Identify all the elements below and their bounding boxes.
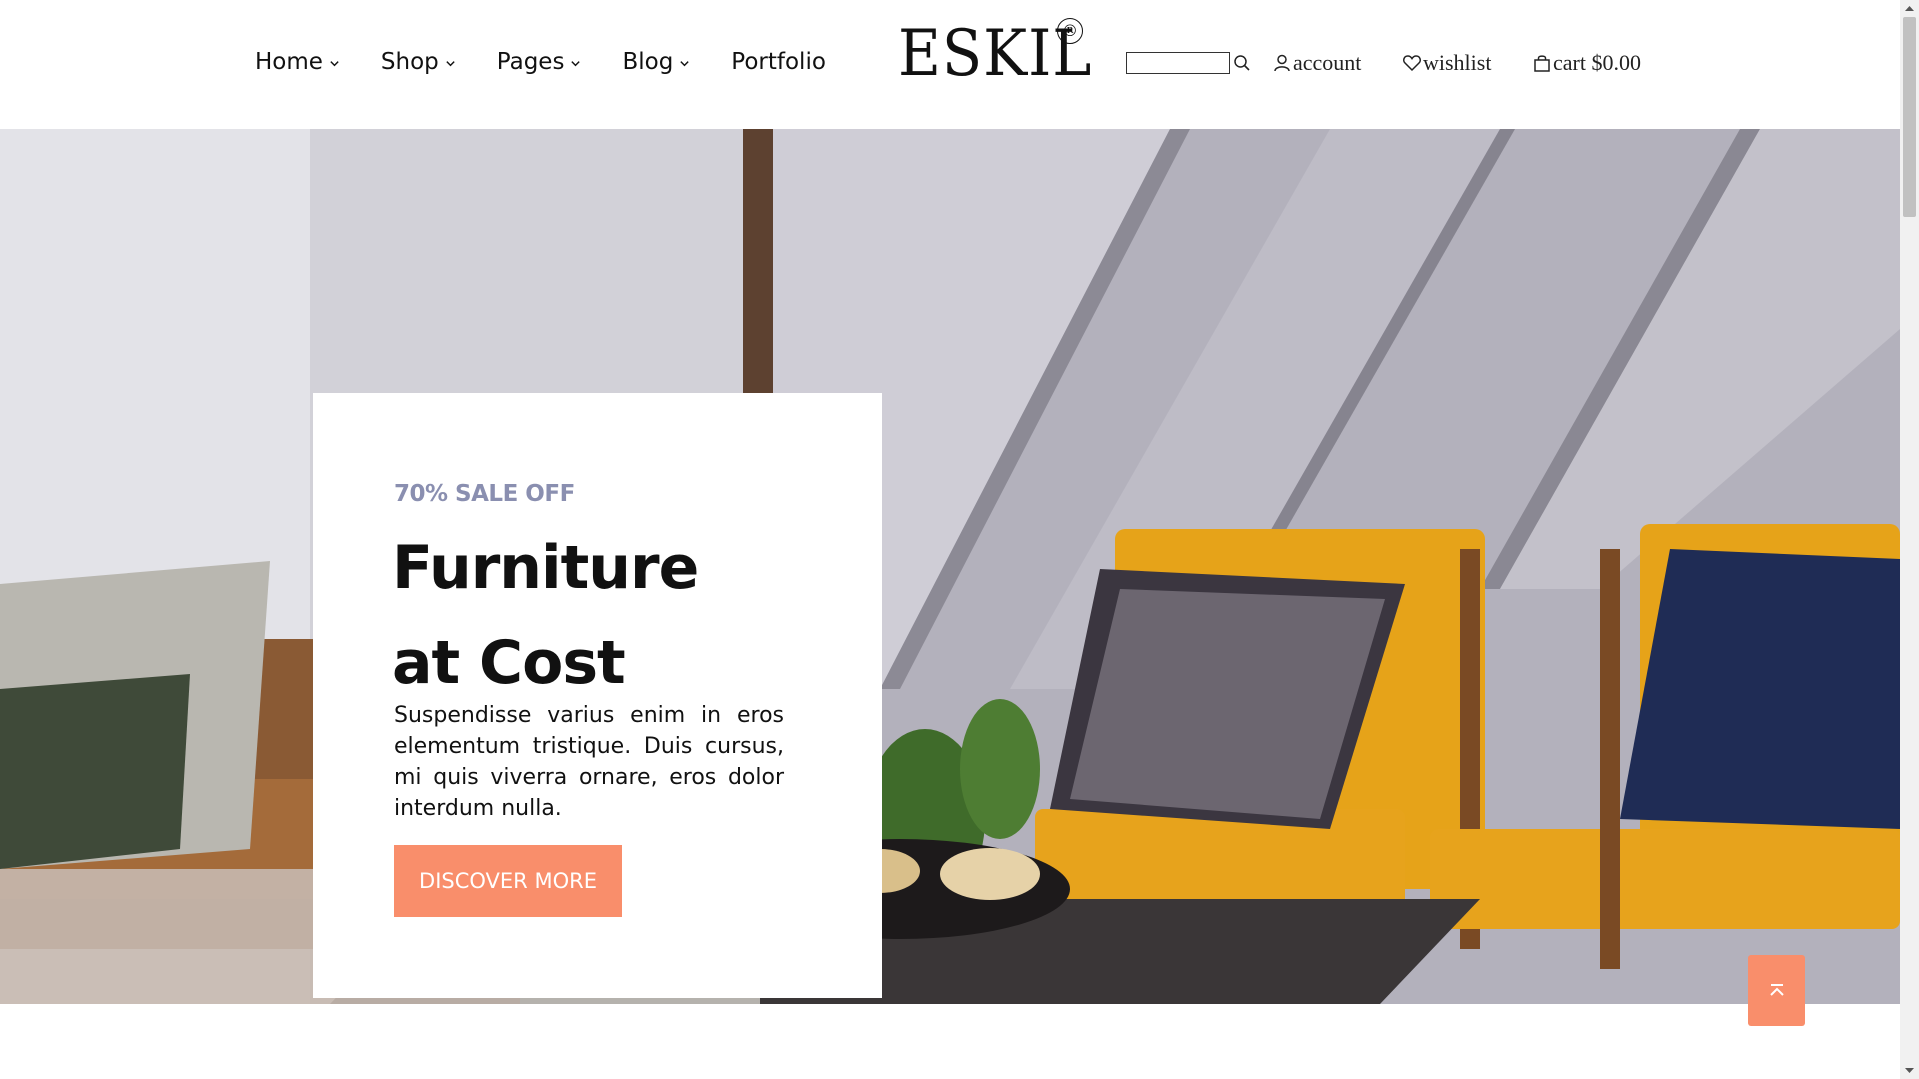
search-input[interactable] bbox=[1126, 52, 1230, 74]
page-scrollbar[interactable] bbox=[1900, 0, 1919, 1079]
heart-icon bbox=[1403, 55, 1421, 72]
hero-title-line-2: at Cost bbox=[392, 628, 626, 698]
nav-item-home[interactable]: Home bbox=[255, 49, 340, 75]
scrollbar-thumb[interactable] bbox=[1903, 17, 1916, 217]
promo-card: 70% SALE OFF Furniture at Cost Suspendis… bbox=[313, 393, 882, 998]
main-nav: Home Shop Pages Blog Portfolio bbox=[255, 49, 867, 75]
hero-description: Suspendisse varius enim in eros elementu… bbox=[394, 703, 784, 821]
scroll-to-top-button[interactable] bbox=[1748, 955, 1805, 1026]
nav-item-portfolio[interactable]: Portfolio bbox=[731, 49, 826, 75]
nav-item-pages[interactable]: Pages bbox=[497, 49, 582, 75]
nav-item-label: Home bbox=[255, 49, 323, 75]
search-icon[interactable] bbox=[1233, 54, 1251, 72]
chevron-down-icon bbox=[330, 60, 339, 66]
nav-item-label: Pages bbox=[496, 49, 565, 75]
nav-item-label: Shop bbox=[380, 49, 439, 75]
hero-banner: 70% SALE OFF Furniture at Cost Suspendis… bbox=[0, 129, 1900, 1004]
site-header: Home Shop Pages Blog Portfolio ESKIL ® a… bbox=[0, 0, 1900, 129]
sale-eyebrow: 70% SALE OFF bbox=[394, 481, 575, 507]
chevron-down-icon bbox=[680, 60, 689, 66]
wishlist-link[interactable]: wishlist bbox=[1402, 50, 1491, 76]
cart-label: cart $0.00 bbox=[1553, 50, 1641, 75]
chevron-down-icon bbox=[446, 60, 455, 66]
hero-title: Furniture at Cost bbox=[392, 521, 852, 711]
account-link[interactable]: account bbox=[1272, 50, 1361, 76]
hero-title-line-1: Furniture bbox=[392, 533, 699, 603]
discover-more-button[interactable]: DISCOVER MORE bbox=[394, 845, 622, 917]
shopping-bag-icon bbox=[1534, 55, 1550, 72]
nav-item-label: Blog bbox=[622, 49, 674, 75]
user-icon bbox=[1274, 54, 1290, 72]
account-label: account bbox=[1293, 50, 1362, 75]
nav-item-label: Portfolio bbox=[731, 49, 826, 75]
cart-link[interactable]: cart $0.00 bbox=[1532, 50, 1641, 76]
wishlist-label: wishlist bbox=[1423, 50, 1492, 75]
scroll-up-arrow-icon[interactable] bbox=[1900, 0, 1919, 17]
nav-item-blog[interactable]: Blog bbox=[622, 49, 690, 75]
nav-item-shop[interactable]: Shop bbox=[381, 49, 456, 75]
registered-mark: ® bbox=[1057, 18, 1083, 44]
hero-background-image bbox=[0, 129, 1900, 1004]
scroll-down-arrow-icon[interactable] bbox=[1900, 1062, 1919, 1079]
arrow-up-to-top-icon bbox=[1769, 983, 1784, 996]
chevron-down-icon bbox=[571, 60, 581, 66]
